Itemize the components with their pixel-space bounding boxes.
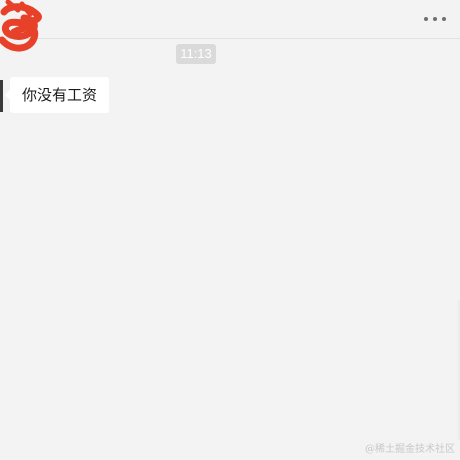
- more-dot-icon: [433, 17, 437, 21]
- more-dot-icon: [424, 17, 428, 21]
- redaction-scribble: [0, 0, 42, 52]
- more-options-button[interactable]: [424, 9, 446, 29]
- watermark: @稀土掘金技术社区: [365, 444, 455, 455]
- chat-screen: 11:13 你没有工资 @稀土掘金技术社区: [0, 0, 460, 460]
- incoming-message-bubble[interactable]: 你没有工资: [4, 77, 110, 113]
- sender-avatar[interactable]: [0, 80, 3, 112]
- message-timestamp: 11:13: [176, 44, 216, 64]
- more-dot-icon: [442, 17, 446, 21]
- chat-header: [0, 0, 460, 39]
